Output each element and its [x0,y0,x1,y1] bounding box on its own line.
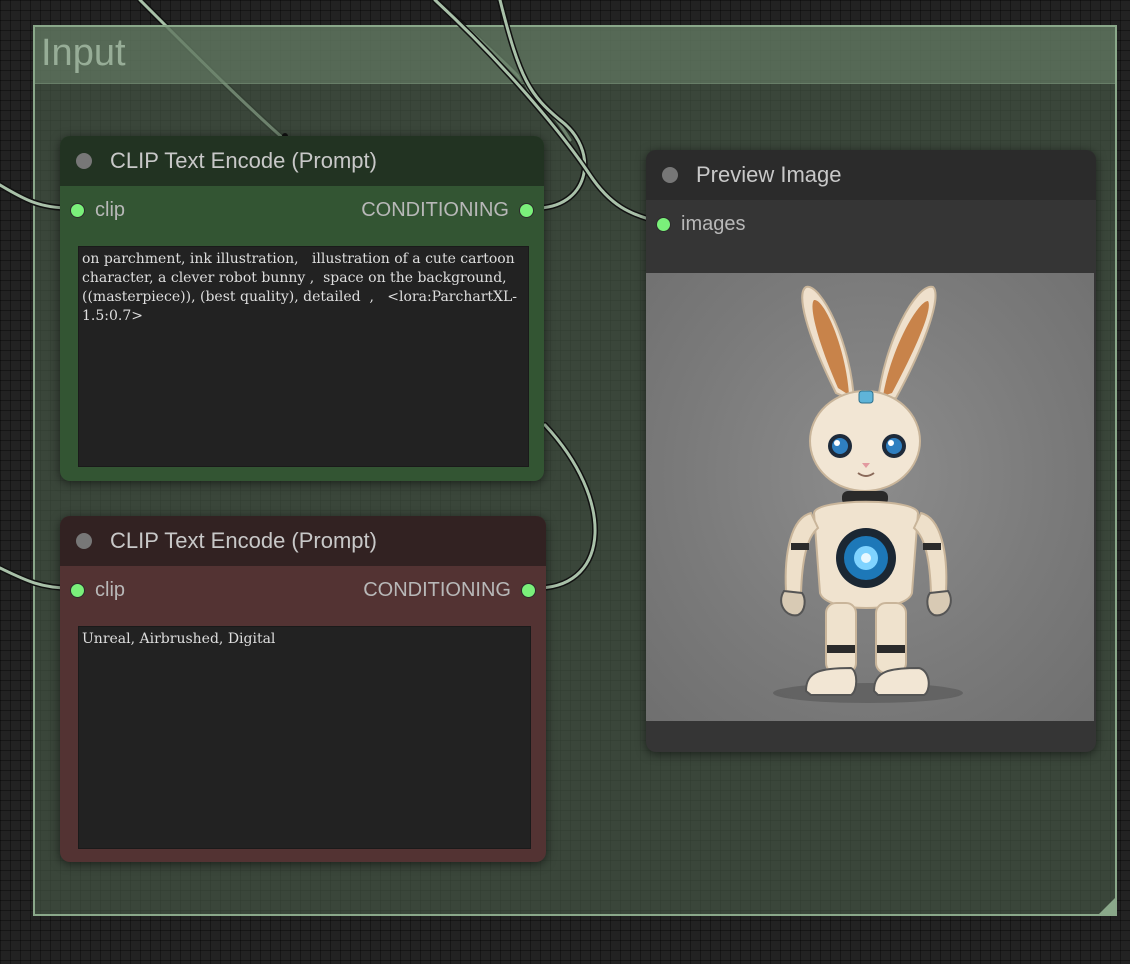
node-title-bar[interactable]: CLIP Text Encode (Prompt) [60,516,546,566]
group-resize-handle[interactable] [1099,898,1115,914]
node-title: CLIP Text Encode (Prompt) [110,528,377,553]
slot-dot-icon[interactable] [521,582,536,598]
node-title: Preview Image [696,162,842,187]
slot-dot-icon[interactable] [70,582,85,598]
output-slot-conditioning[interactable]: CONDITIONING [361,186,534,234]
node-title-bar[interactable]: Preview Image [646,150,1096,200]
group-title: Input [41,32,126,74]
slot-dot-icon[interactable] [519,202,534,218]
slot-label: clip [95,198,126,221]
input-slot-clip[interactable]: clip [70,186,125,234]
prompt-textarea[interactable]: Unreal, Airbrushed, Digital [78,626,531,849]
input-slot-clip[interactable]: clip [70,566,125,614]
node-title: CLIP Text Encode (Prompt) [110,148,377,173]
slot-row: clip CONDITIONING [60,186,544,234]
output-slot-conditioning[interactable]: CONDITIONING [363,566,536,614]
robot-bunny-image [773,285,963,703]
slot-label: CONDITIONING [361,198,509,221]
preview-image-node[interactable]: Preview Image images [646,150,1096,752]
clip-text-encode-positive-node[interactable]: CLIP Text Encode (Prompt) clip CONDITION… [60,136,544,481]
slot-row: images [646,200,1096,248]
slot-label: clip [95,578,126,601]
graph-canvas[interactable]: Input CLIP Text Encode (Prompt) clip CON… [0,0,1130,964]
collapse-dot-icon[interactable] [76,153,92,169]
collapse-dot-icon[interactable] [662,167,678,183]
slot-dot-icon[interactable] [656,216,671,232]
collapse-dot-icon[interactable] [76,533,92,549]
slot-row: clip CONDITIONING [60,566,546,614]
input-slot-images[interactable]: images [656,200,745,248]
preview-image[interactable] [646,273,1094,721]
slot-dot-icon[interactable] [70,202,85,218]
group-header[interactable] [35,27,1115,84]
slot-label: CONDITIONING [363,578,511,601]
slot-label: images [681,212,746,235]
node-title-bar[interactable]: CLIP Text Encode (Prompt) [60,136,544,186]
clip-text-encode-negative-node[interactable]: CLIP Text Encode (Prompt) clip CONDITION… [60,516,546,862]
prompt-textarea[interactable]: on parchment, ink illustration, illustra… [78,246,529,467]
